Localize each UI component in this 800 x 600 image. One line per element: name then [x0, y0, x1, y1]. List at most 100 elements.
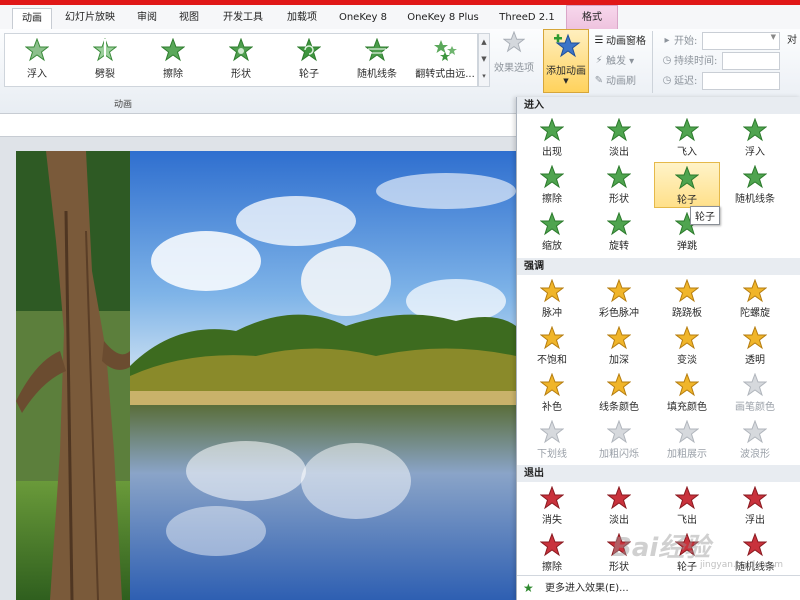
- more-entrance-label: 更多进入效果(E)...: [545, 583, 629, 594]
- star-icon: [675, 166, 699, 190]
- effect-label: 擦除: [542, 562, 562, 573]
- effect-label: 跷跷板: [672, 308, 702, 319]
- tab-slideshow[interactable]: 幻灯片放映: [58, 8, 122, 28]
- animation-painter-label: 动画刷: [606, 76, 636, 87]
- star-icon: [743, 279, 767, 303]
- exit-effect-3[interactable]: 浮出: [722, 483, 788, 529]
- slide-editing-area: [0, 114, 516, 600]
- star-icon: [540, 533, 564, 557]
- enter-effect-0[interactable]: 出现: [519, 115, 585, 161]
- chevron-down-icon: ▼: [563, 77, 569, 85]
- emphasis-effect-14[interactable]: 加粗展示: [654, 417, 720, 463]
- enter-effect-2[interactable]: 飞入: [654, 115, 720, 161]
- enter-effect-5[interactable]: 形状: [586, 162, 652, 208]
- star-icon: [675, 118, 699, 142]
- effect-label: 飞出: [677, 515, 697, 526]
- emphasis-effect-0[interactable]: 脉冲: [519, 276, 585, 322]
- start-label-text: 开始:: [674, 36, 698, 47]
- animation-painter-button[interactable]: ✎ 动画刷: [592, 72, 636, 90]
- duration-input[interactable]: [722, 52, 780, 70]
- gallery-scrollbar[interactable]: ▲ ▼ ▾: [478, 33, 490, 87]
- effect-label: 下划线: [537, 449, 567, 460]
- delay-label: ◷ 延迟:: [660, 72, 698, 90]
- emphasis-effect-10[interactable]: 填充颜色: [654, 370, 720, 416]
- star-icon: [607, 373, 631, 397]
- gallery-item-shape[interactable]: 形状: [211, 36, 271, 84]
- scroll-up-icon[interactable]: ▲: [479, 34, 489, 51]
- gallery-item-float-in[interactable]: 浮入: [7, 36, 67, 84]
- scroll-down-icon[interactable]: ▼: [479, 51, 489, 68]
- gallery-item-wipe[interactable]: 擦除: [143, 36, 203, 84]
- play-icon: ▸: [664, 35, 670, 46]
- effect-label: 加粗闪烁: [599, 449, 639, 460]
- duration-label-text: 持续时间:: [674, 56, 718, 67]
- gallery-item-random-bars[interactable]: 随机线条: [347, 36, 407, 84]
- star-icon: ★: [523, 581, 534, 595]
- effect-options-button[interactable]: 效果选项: [490, 31, 538, 74]
- star-icon: [675, 420, 699, 444]
- tab-view[interactable]: 视图: [172, 8, 206, 28]
- gallery-item-wheel[interactable]: 轮子: [279, 36, 339, 84]
- start-select[interactable]: ▼: [702, 32, 780, 50]
- effect-label: 飞入: [677, 147, 697, 158]
- tab-review[interactable]: 审阅: [130, 8, 164, 28]
- effect-label: 脉冲: [542, 308, 562, 319]
- enter-effect-8[interactable]: 缩放: [519, 209, 585, 255]
- emphasis-effect-11[interactable]: 画笔颜色: [722, 370, 788, 416]
- emphasis-effect-13[interactable]: 加粗闪烁: [586, 417, 652, 463]
- effect-label: 擦除: [542, 194, 562, 205]
- section-header-emphasis: 强调: [517, 258, 800, 275]
- tab-onekey8[interactable]: OneKey 8: [332, 8, 394, 28]
- star-icon: [607, 279, 631, 303]
- delay-input[interactable]: [702, 72, 780, 90]
- effect-label: 浮出: [745, 515, 765, 526]
- tab-threed[interactable]: ThreeD 2.1: [492, 8, 562, 28]
- emphasis-effect-6[interactable]: 变淡: [654, 323, 720, 369]
- effect-label: 淡出: [609, 515, 629, 526]
- star-icon: [675, 373, 699, 397]
- gallery-expand-icon[interactable]: ▾: [479, 68, 489, 85]
- star-split-icon: [93, 38, 117, 62]
- exit-effect-1[interactable]: 淡出: [586, 483, 652, 529]
- emphasis-effect-15[interactable]: 波浪形: [722, 417, 788, 463]
- emphasis-effect-5[interactable]: 加深: [586, 323, 652, 369]
- add-animation-button[interactable]: 添加动画 ▼: [543, 29, 589, 93]
- tab-onekey8-plus[interactable]: OneKey 8 Plus: [400, 8, 486, 28]
- emphasis-effect-4[interactable]: 不饱和: [519, 323, 585, 369]
- emphasis-effect-8[interactable]: 补色: [519, 370, 585, 416]
- gallery-item-grow-turn[interactable]: 翻转式由远...: [415, 36, 475, 84]
- enter-effect-4[interactable]: 擦除: [519, 162, 585, 208]
- emphasis-effect-2[interactable]: 跷跷板: [654, 276, 720, 322]
- enter-effect-1[interactable]: 淡出: [586, 115, 652, 161]
- exit-effect-4[interactable]: 擦除: [519, 530, 585, 576]
- trigger-button[interactable]: ⚡ 触发 ▾: [592, 52, 634, 70]
- tab-animation[interactable]: 动画: [12, 8, 52, 30]
- enter-effect-3[interactable]: 浮入: [722, 115, 788, 161]
- exit-effect-2[interactable]: 飞出: [654, 483, 720, 529]
- ruler-strip: [0, 114, 516, 137]
- emphasis-effect-3[interactable]: 陀螺旋: [722, 276, 788, 322]
- enter-effect-9[interactable]: 旋转: [586, 209, 652, 255]
- emphasis-effect-12[interactable]: 下划线: [519, 417, 585, 463]
- tab-developer[interactable]: 开发工具: [214, 8, 272, 28]
- animation-gallery: 浮入 劈裂 擦除 形状 轮子 随机线条 翻转式由远...: [4, 33, 478, 87]
- gallery-item-label: 浮入: [27, 69, 47, 80]
- more-entrance-effects[interactable]: ★ 更多进入效果(E)...: [517, 575, 800, 600]
- gallery-item-split[interactable]: 劈裂: [75, 36, 135, 84]
- gallery-item-label: 随机线条: [357, 69, 397, 80]
- effect-label: 浮入: [745, 147, 765, 158]
- effect-label: 变淡: [677, 355, 697, 366]
- enter-effect-7[interactable]: 随机线条: [722, 162, 788, 208]
- chevron-down-icon: ▼: [770, 33, 776, 41]
- emphasis-effect-1[interactable]: 彩色脉冲: [586, 276, 652, 322]
- enter-effect-6[interactable]: 轮子: [654, 162, 720, 208]
- tab-addins[interactable]: 加载项: [280, 8, 324, 28]
- slide-picture[interactable]: [16, 151, 516, 600]
- clock-icon: ◷: [662, 75, 672, 86]
- emphasis-effect-7[interactable]: 透明: [722, 323, 788, 369]
- exit-effect-0[interactable]: 消失: [519, 483, 585, 529]
- animation-pane-button[interactable]: ☰ 动画窗格: [592, 32, 646, 50]
- star-icon: [540, 165, 564, 189]
- emphasis-effect-9[interactable]: 线条颜色: [586, 370, 652, 416]
- tab-format[interactable]: 格式: [566, 5, 618, 30]
